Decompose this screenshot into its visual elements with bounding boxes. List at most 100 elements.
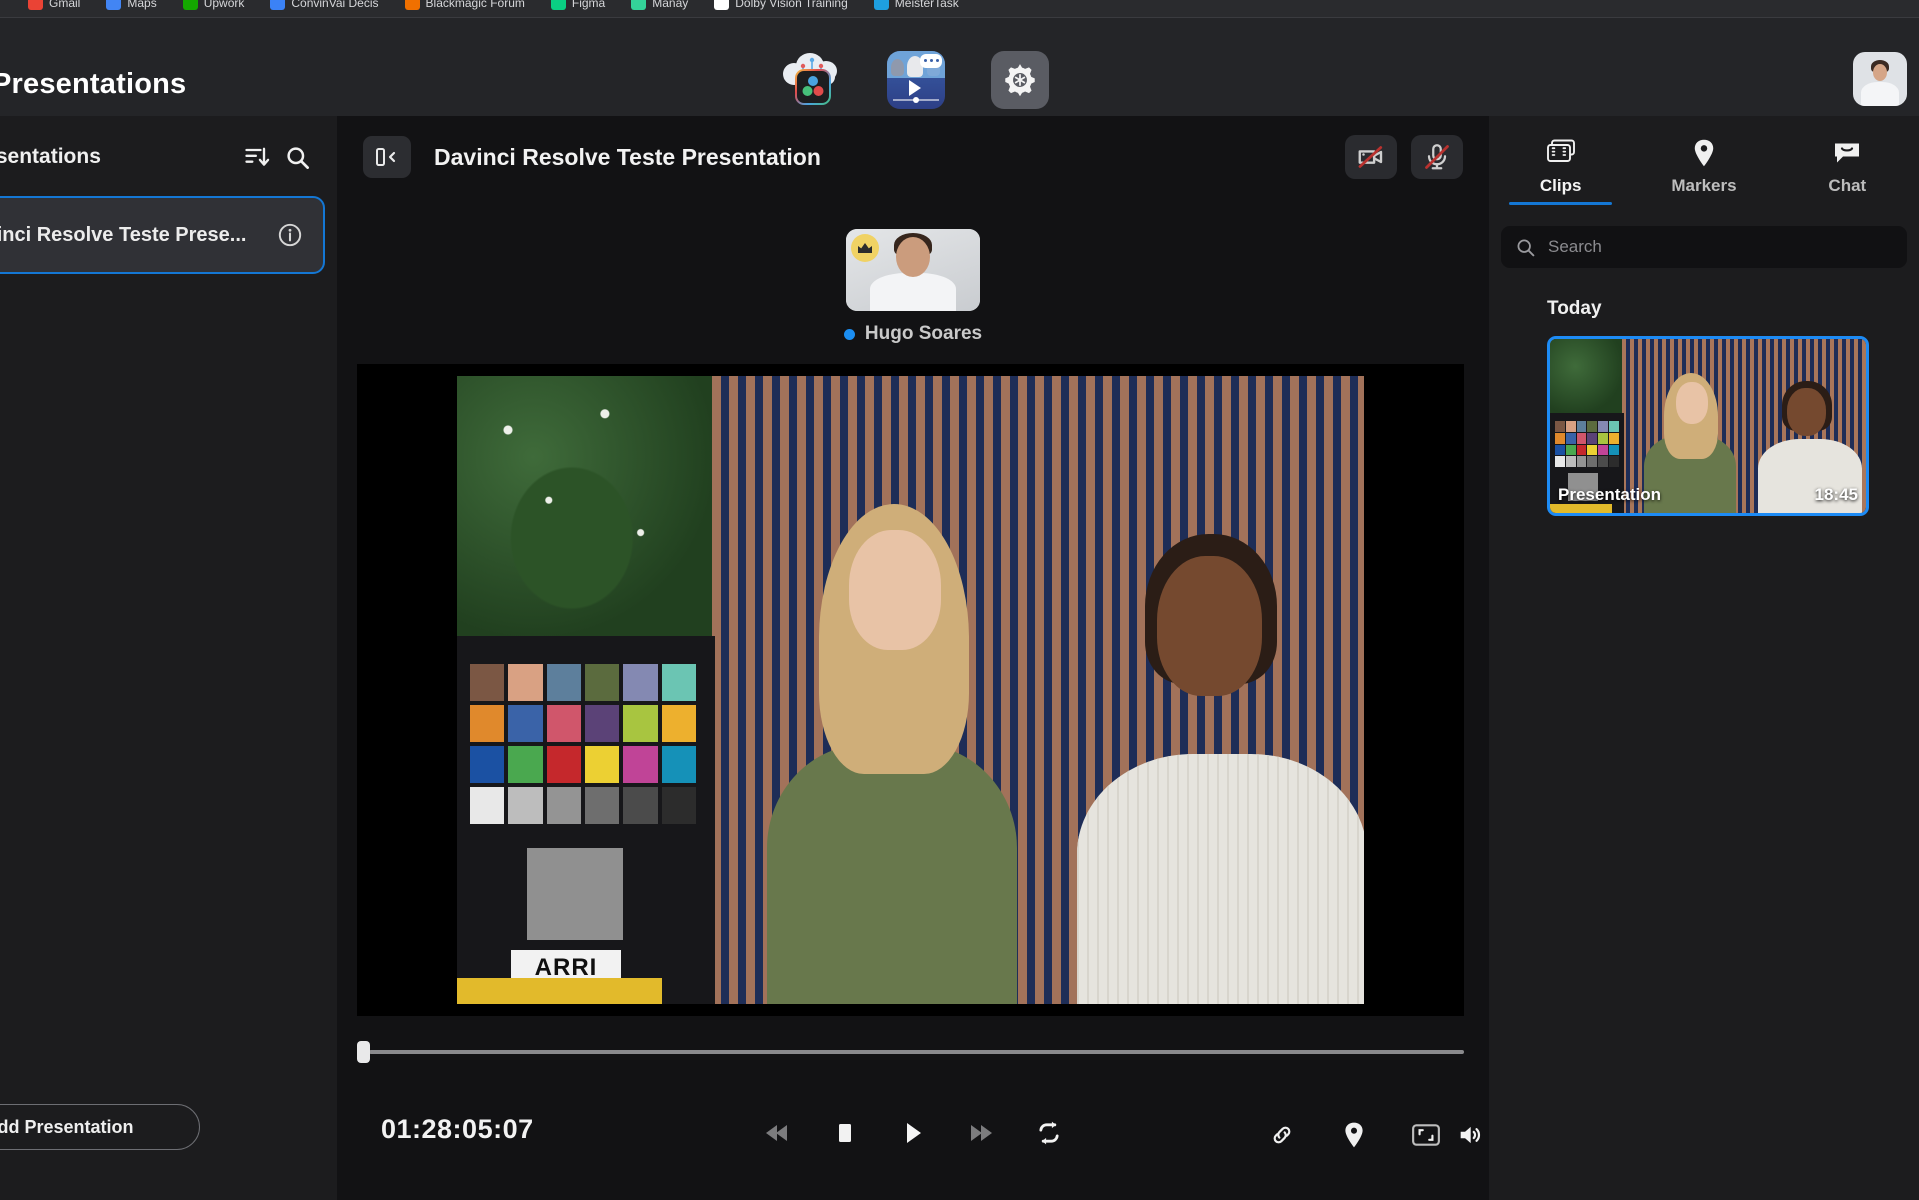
tab-markers-label: Markers — [1671, 176, 1737, 195]
marker-icon — [1689, 138, 1719, 168]
gear-icon — [1005, 64, 1035, 97]
tab-clips[interactable]: Clips — [1489, 126, 1632, 205]
bookmark-favicon — [873, 0, 889, 10]
bookmark-label: Gmail — [49, 0, 81, 10]
presentation-item-name: Davinci Resolve Teste Prese... — [0, 223, 247, 246]
camera-off-icon[interactable] — [1345, 135, 1397, 179]
bookmark-label: Manay — [652, 0, 689, 10]
participant-label: Hugo Soares — [843, 323, 983, 345]
tab-clips-label: Clips — [1539, 176, 1582, 195]
search-icon — [1515, 237, 1536, 258]
blackmagic-cloud-icon[interactable] — [783, 51, 841, 109]
bookmark-favicon — [270, 0, 286, 10]
tab-chat[interactable]: Chat — [1776, 126, 1919, 202]
sidebar-title: Presentations — [0, 145, 101, 168]
davinci-resolve-logo — [802, 76, 824, 96]
bookmark-item[interactable]: ConvinVai Decis — [270, 0, 379, 10]
stop-button[interactable] — [822, 1110, 868, 1156]
clips-panel: Clips Markers Chat Search Today Presenta… — [1489, 116, 1919, 1200]
video-subject-left — [757, 504, 1027, 1004]
settings-gear-icon[interactable] — [991, 51, 1049, 109]
bookmark-item[interactable]: Figma — [550, 0, 606, 10]
volume-button[interactable] — [1447, 1112, 1493, 1158]
bookmark-item[interactable]: MeisterTask — [873, 0, 959, 10]
page-title: Davinci Resolve Teste Presentation — [434, 143, 821, 170]
info-icon[interactable] — [277, 222, 303, 248]
bookmark-favicon — [631, 0, 647, 10]
app-title: Presentations — [0, 68, 187, 100]
bookmark-label: Blackmagic Forum — [425, 0, 525, 10]
clip-card[interactable]: Presentation 18:45 — [1547, 336, 1869, 516]
link-button[interactable] — [1259, 1112, 1305, 1158]
bookmark-favicon — [714, 0, 730, 10]
transport-right-controls — [1259, 1112, 1449, 1158]
timecode-display: 01:28:05:07 — [381, 1114, 534, 1144]
scrubber-track[interactable] — [369, 1050, 1464, 1054]
jump-to-start-button[interactable] — [754, 1110, 800, 1156]
presentations-sidebar: Presentations Davinci Resolve Teste Pres… — [0, 116, 340, 1200]
tab-markers[interactable]: Markers — [1632, 126, 1775, 202]
bookmark-favicon — [182, 0, 198, 10]
tab-chat-label: Chat — [1828, 176, 1867, 195]
clips-search-box[interactable] — [1501, 226, 1907, 268]
user-avatar[interactable] — [1853, 52, 1907, 106]
bookmark-label: Dolby Vision Training — [735, 0, 848, 10]
topbar-app-switcher — [783, 51, 1049, 109]
status-online-dot — [843, 328, 855, 340]
panel-collapse-icon[interactable] — [363, 136, 411, 178]
bookmark-favicon — [106, 0, 122, 10]
add-presentation-button[interactable]: Add Presentation — [0, 1104, 200, 1150]
presentation-list: Davinci Resolve Teste Prese... — [0, 196, 325, 274]
fullscreen-button[interactable] — [1403, 1112, 1449, 1158]
chat-icon — [1831, 138, 1863, 168]
browser-bookmark-bar: Gmail Maps Upwork ConvinVai Decis Blackmagic… — [0, 0, 1919, 18]
bookmark-item[interactable]: Upwork — [182, 0, 245, 10]
transport-bar: 01:28:05:07 — [337, 1094, 1489, 1174]
transport-controls — [754, 1110, 1072, 1156]
search-icon[interactable] — [277, 137, 317, 177]
jump-to-end-button[interactable] — [958, 1110, 1004, 1156]
bookmark-item[interactable]: Gmail — [28, 0, 80, 10]
bookmark-item[interactable]: Dolby Vision Training — [714, 0, 848, 10]
clips-icon — [1544, 138, 1578, 168]
clips-group-title: Today — [1547, 298, 1602, 319]
right-panel-tabs: Clips Markers Chat — [1489, 126, 1919, 205]
presentations-app-icon[interactable] — [887, 51, 945, 109]
microphone-off-icon[interactable] — [1411, 135, 1463, 179]
playback-scrubber[interactable] — [357, 1041, 1464, 1063]
avatar-image — [1853, 52, 1907, 106]
loop-button[interactable] — [1026, 1110, 1072, 1156]
video-subject-right — [1077, 534, 1364, 1004]
bookmark-item[interactable]: Blackmagic Forum — [404, 0, 525, 10]
bookmark-item[interactable]: Maps — [106, 0, 157, 10]
participant-video[interactable] — [846, 229, 980, 311]
bookmark-favicon — [404, 0, 420, 10]
marker-button[interactable] — [1331, 1112, 1377, 1158]
presentation-header: Davinci Resolve Teste Presentation — [337, 116, 1489, 198]
clip-list: Presentation 18:45 — [1547, 336, 1897, 516]
play-button[interactable] — [890, 1110, 936, 1156]
clip-duration: 18:45 — [1814, 485, 1858, 504]
bookmark-label: Maps — [127, 0, 157, 10]
search-input[interactable] — [1548, 237, 1893, 257]
host-crown-badge — [851, 234, 879, 262]
sidebar-header: Presentations — [0, 132, 317, 182]
arri-color-chart: ARRI — [457, 636, 715, 1004]
participant-name: Hugo Soares — [864, 323, 983, 344]
bookmark-item[interactable]: Manay — [631, 0, 688, 10]
presentation-list-item[interactable]: Davinci Resolve Teste Prese... — [0, 196, 325, 274]
sort-descending-icon[interactable] — [237, 137, 277, 177]
bookmark-label: ConvinVai Decis — [291, 0, 379, 10]
presentation-main-panel: Davinci Resolve Teste Presentation Hugo … — [337, 116, 1489, 1200]
bookmark-favicon — [550, 0, 566, 10]
participant-strip: Hugo Soares — [337, 229, 1489, 345]
video-player-stage[interactable]: ARRI — [357, 364, 1464, 1016]
bookmark-label: MeisterTask — [894, 0, 959, 10]
app-top-bar: Presentations — [0, 18, 1919, 116]
video-frame: ARRI — [457, 376, 1364, 1004]
scrubber-handle[interactable] — [357, 1041, 370, 1063]
clip-name: Presentation — [1558, 485, 1661, 504]
bookmark-label: Figma — [571, 0, 606, 10]
bookmark-favicon — [28, 0, 43, 10]
bookmark-label: Upwork — [203, 0, 245, 10]
